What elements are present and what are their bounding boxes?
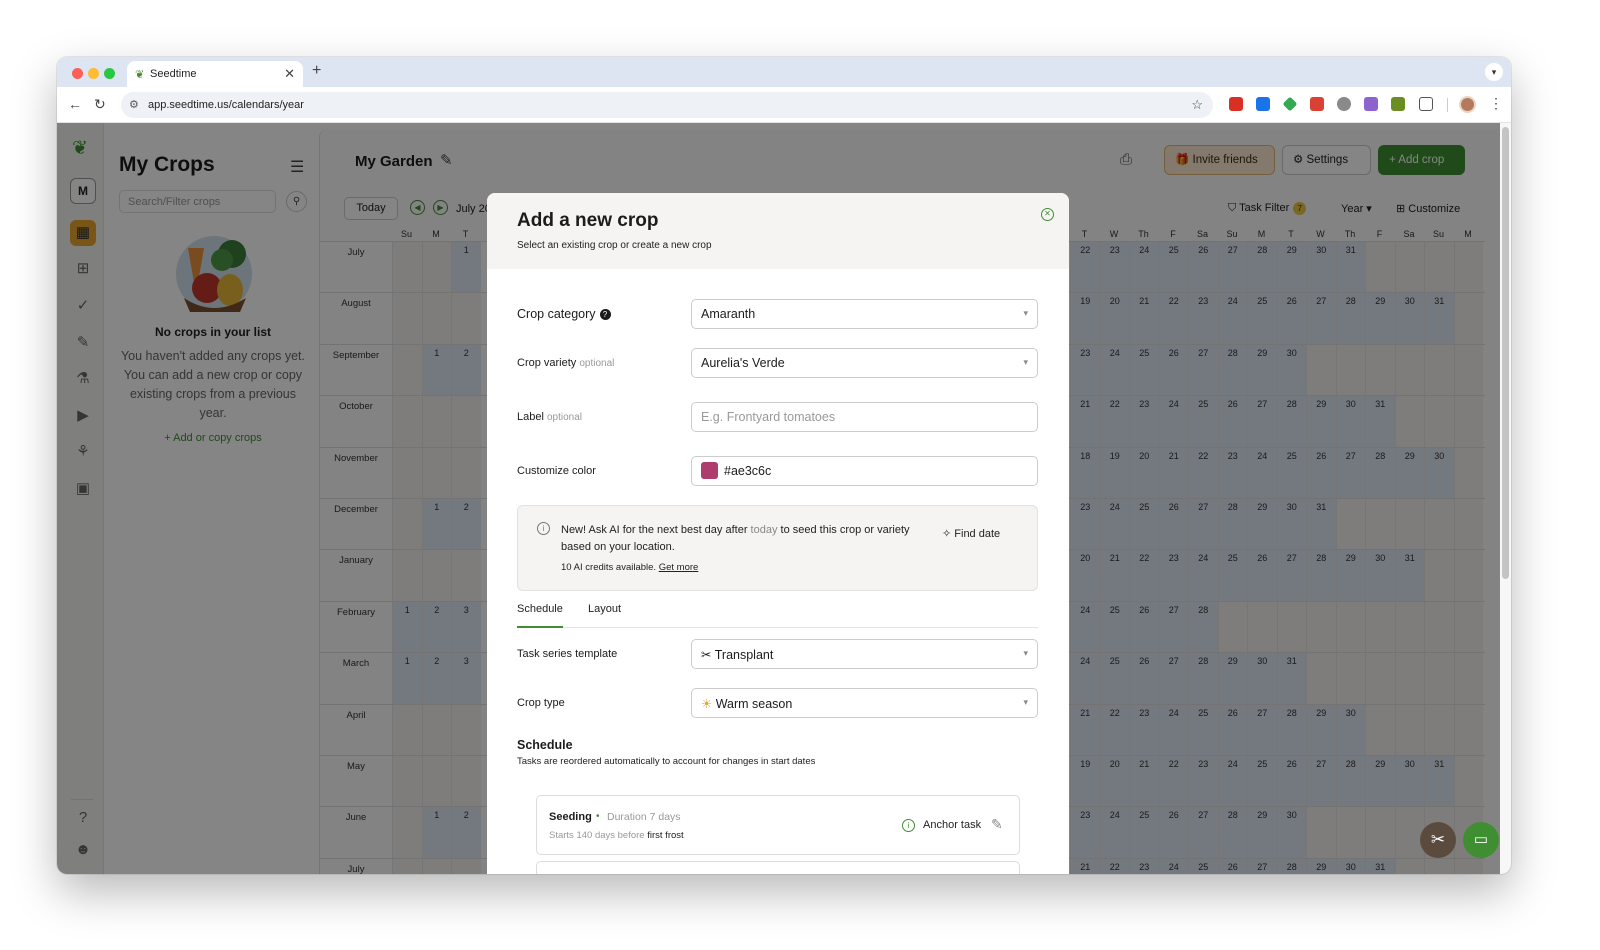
crop-category-label: Crop category? <box>517 307 611 321</box>
tab-layout[interactable]: Layout <box>588 603 621 628</box>
label-placeholder: E.g. Frontyard tomatoes <box>701 410 836 424</box>
sparkle-icon: ✧ <box>942 528 955 540</box>
page-scrollbar[interactable] <box>1500 123 1511 874</box>
task-start-rule: Starts 140 days before first frost <box>549 830 684 841</box>
chevron-down-icon: ▾ <box>1023 648 1028 658</box>
color-value: #ae3c6c <box>724 464 772 478</box>
todoist-extension-icon[interactable] <box>1310 97 1324 111</box>
task-anchor-ref: first frost <box>647 830 684 841</box>
label-label: Label optional <box>517 411 582 423</box>
reload-icon[interactable]: ↻ <box>94 96 106 113</box>
transplant-icon: ✂ <box>701 648 715 662</box>
profile-avatar[interactable] <box>1459 96 1476 113</box>
get-more-link[interactable]: Get more <box>659 562 699 573</box>
maximize-window-button[interactable] <box>104 68 115 79</box>
task-name: Seeding <box>549 811 592 823</box>
chat-icon: ▭ <box>1473 831 1489 848</box>
task-template-label: Task series template <box>517 648 618 660</box>
crop-type-select[interactable]: ☀ Warm season ▾ <box>691 688 1038 718</box>
wrench-icon: ✂ <box>1430 830 1446 849</box>
crop-variety-label-text: Crop variety <box>517 357 577 369</box>
anchor-info-icon: i <box>902 819 915 832</box>
task-template-select[interactable]: ✂ Transplant ▾ <box>691 639 1038 669</box>
back-arrow-icon[interactable]: ← <box>68 96 82 112</box>
schedule-section-subtitle: Tasks are reordered automatically to acc… <box>517 756 816 767</box>
modal-subtitle: Select an existing crop or create a new … <box>517 240 712 251</box>
chevron-down-icon: ▾ <box>1023 697 1028 707</box>
task-card-seeding[interactable]: Seeding • Duration 7 days Starts 140 day… <box>536 795 1020 855</box>
help-icon[interactable]: ? <box>599 309 611 320</box>
purple-extension-icon[interactable] <box>1364 97 1378 111</box>
url-text[interactable]: app.seedtime.us/calendars/year <box>148 99 304 111</box>
browser-tab-bar: ❦ Seedtime ✕ + ▾ <box>57 57 1511 87</box>
green-extension-icon[interactable] <box>1282 96 1298 112</box>
ai-credits-text: 10 AI credits available. Get more <box>561 562 698 573</box>
browser-menu-icon[interactable]: ⋮ <box>1489 95 1503 112</box>
crop-variety-select[interactable]: Aurelia's Verde ▾ <box>691 348 1038 378</box>
chevron-down-icon: ▾ <box>1023 308 1028 318</box>
optional-tag: optional <box>579 358 615 369</box>
close-window-button[interactable] <box>72 68 83 79</box>
calendar-extension-icon[interactable] <box>1256 97 1270 111</box>
crop-variety-value: Aurelia's Verde <box>701 356 785 370</box>
color-input[interactable]: #ae3c6c <box>691 456 1038 486</box>
app-viewport: ❦ M ▦ ⊞ ✓ ✎ ⚗ ▶ ⚘ ▣ ? ☻ My Crops ☰ Searc… <box>57 123 1511 874</box>
tab-close-icon[interactable]: ✕ <box>284 66 295 82</box>
customize-color-label: Customize color <box>517 465 596 477</box>
crop-type-value: Warm season <box>715 697 793 711</box>
crop-category-value: Amaranth <box>701 307 756 321</box>
crop-category-label-text: Crop category <box>517 307 596 321</box>
gmail-extension-icon[interactable] <box>1229 97 1243 111</box>
tab-search-chevron-icon[interactable]: ▾ <box>1485 63 1503 81</box>
grey-extension-icon[interactable] <box>1337 97 1351 111</box>
label-label-text: Label <box>517 411 544 423</box>
new-tab-button[interactable]: + <box>312 62 321 80</box>
olive-extension-icon[interactable] <box>1391 97 1405 111</box>
ai-today-word: today <box>750 524 778 536</box>
task-start-text: Starts 140 days before <box>549 830 645 841</box>
label-input[interactable]: E.g. Frontyard tomatoes <box>691 402 1038 432</box>
browser-window: ❦ Seedtime ✕ + ▾ ← ↻ ⚙ app.seedtime.us/c… <box>57 57 1511 874</box>
seedtime-favicon-icon: ❦ <box>135 69 145 81</box>
scrollbar-thumb[interactable] <box>1502 127 1509 579</box>
site-settings-icon[interactable]: ⚙ <box>129 98 139 111</box>
crop-type-label: Crop type <box>517 697 565 709</box>
crop-variety-label: Crop variety optional <box>517 357 614 369</box>
task-template-value: Transplant <box>714 648 774 662</box>
bookmark-star-icon[interactable]: ☆ <box>1191 97 1203 113</box>
optional-tag: optional <box>546 412 583 423</box>
schedule-section-title: Schedule <box>517 738 573 752</box>
find-date-label: Find date <box>954 528 1001 540</box>
tab-title: Seedtime <box>150 68 197 80</box>
ai-suggestion-text: New! Ask AI for the next best day after … <box>561 522 931 556</box>
toolbar-divider <box>1447 98 1448 112</box>
chevron-down-icon: ▾ <box>1023 357 1028 367</box>
modal-tabs: Schedule Layout <box>517 603 1038 628</box>
crop-category-select[interactable]: Amaranth ▾ <box>691 299 1038 329</box>
modal-header: Add a new crop Select an existing crop o… <box>487 193 1069 269</box>
tab-schedule[interactable]: Schedule <box>517 603 563 628</box>
add-crop-modal: Add a new crop Select an existing crop o… <box>487 193 1069 874</box>
modal-title: Add a new crop <box>517 210 659 231</box>
tools-fab-button[interactable]: ✂ <box>1420 822 1456 858</box>
separator-dot: • <box>596 811 600 822</box>
browser-tab-seedtime[interactable]: ❦ Seedtime ✕ <box>127 61 303 87</box>
ai-suggestion-box: i New! Ask AI for the next best day afte… <box>517 505 1038 591</box>
sun-icon: ☀ <box>701 697 716 711</box>
minimize-window-button[interactable] <box>88 68 99 79</box>
ai-text-part-1: New! Ask AI for the next best day after <box>561 524 748 536</box>
task-duration: Duration 7 days <box>607 811 681 823</box>
address-bar[interactable]: ⚙ app.seedtime.us/calendars/year ☆ <box>121 92 1213 118</box>
browser-toolbar: ← ↻ ⚙ app.seedtime.us/calendars/year ☆ ⋮ <box>57 87 1511 123</box>
find-date-button[interactable]: ✧ Find date <box>942 527 1000 540</box>
anchor-task-label: Anchor task <box>923 819 982 831</box>
ai-credits-count: 10 AI credits available. <box>561 562 657 573</box>
puzzle-extensions-icon[interactable] <box>1419 97 1433 111</box>
info-icon: i <box>537 522 550 535</box>
chat-fab-button[interactable]: ▭ <box>1463 822 1499 858</box>
task-card-next[interactable] <box>536 861 1020 874</box>
close-icon[interactable]: ✕ <box>1041 208 1054 221</box>
color-swatch[interactable] <box>701 462 718 479</box>
edit-pencil-icon[interactable]: ✎ <box>991 816 1003 833</box>
